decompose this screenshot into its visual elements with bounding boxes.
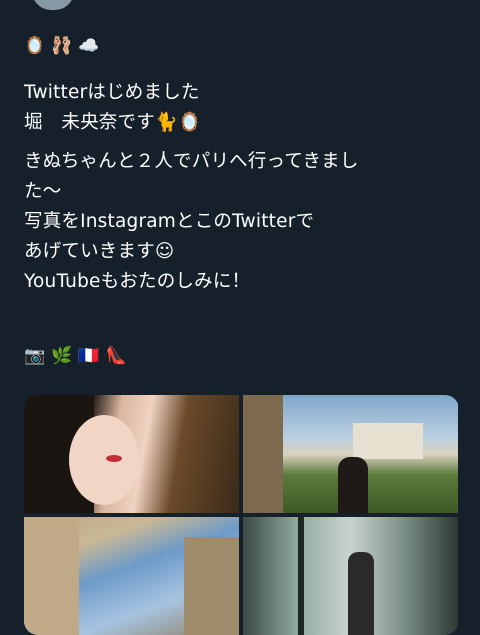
photo-mirror[interactable] (243, 517, 458, 635)
footer-emoji-row: 📷 🌿 🇫🇷 👠 (24, 346, 127, 366)
media-grid (24, 395, 459, 635)
lips-shape (106, 455, 122, 462)
body-line-4: あげていきます☺︎ (24, 241, 175, 262)
high-heel-icon: 👠 (105, 346, 127, 366)
left-building-shape (24, 517, 79, 635)
photo-buildings[interactable] (24, 517, 239, 635)
france-flag-icon: 🇫🇷 (78, 346, 100, 366)
body-line-5: YouTubeもおたのしみに！ (24, 271, 251, 292)
cloud-icon: ☁️ (78, 36, 100, 56)
herb-icon: 🌿 (51, 346, 73, 366)
camera-icon: 📷 (24, 346, 46, 366)
body-line-3: 写真をInstagramとこのTwitterで (24, 211, 315, 232)
photo-garden[interactable] (243, 395, 458, 513)
ballet-shoes-icon: 🩰 (51, 36, 73, 56)
body-line-2: た〜 (24, 181, 62, 202)
person-shape (348, 552, 374, 635)
person-shape (338, 457, 368, 513)
face-shape (69, 415, 139, 505)
bio-line-1: Twitterはじめました (24, 82, 200, 103)
body-line-1: きぬちゃんと２人でパリへ行ってきまし (24, 151, 359, 172)
bio-emoji-row: 🪞 🩰 ☁️ (24, 36, 100, 56)
building-shape (353, 423, 423, 459)
avatar[interactable] (30, 0, 76, 12)
photo-selfie[interactable] (24, 395, 239, 513)
right-building-shape (184, 537, 239, 635)
mirror-icon: 🪞 (24, 36, 46, 56)
bio-line-2: 堀 未央奈です🐈🪞 (24, 112, 202, 133)
facade-shape (243, 395, 283, 513)
tweet-text: Twitterはじめました 堀 未央奈です🐈🪞 きぬちゃんと２人でパリへ行ってき… (24, 78, 454, 297)
window-frame-shape (298, 517, 304, 635)
